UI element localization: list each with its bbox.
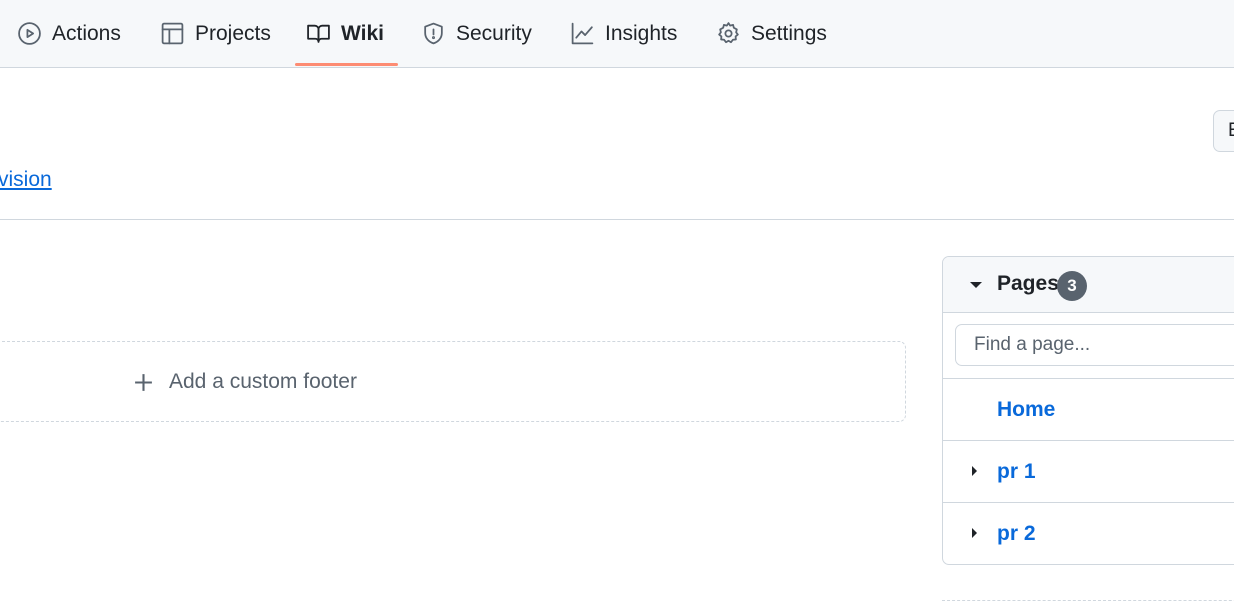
- caret-right-icon[interactable]: [972, 528, 977, 538]
- graph-icon: [571, 22, 594, 45]
- tab-label: Settings: [751, 21, 827, 45]
- tab-label: Actions: [52, 21, 121, 45]
- tab-settings[interactable]: Settings: [716, 0, 827, 67]
- caret-right-icon[interactable]: [972, 466, 977, 476]
- tab-label: Security: [456, 21, 532, 45]
- edit-button[interactable]: E: [1213, 110, 1234, 152]
- play-circle-icon: [18, 22, 41, 45]
- pages-sidebar: Pages 3 Home pr 1 pr 2: [942, 256, 1234, 565]
- caret-down-icon: [970, 282, 982, 288]
- plus-icon: [135, 373, 152, 391]
- tab-label: Projects: [195, 21, 271, 45]
- page-search-row: [943, 313, 1234, 379]
- tab-wiki[interactable]: Wiki: [306, 0, 384, 67]
- sidebar-footer-box: [942, 600, 1234, 610]
- repo-nav: Actions Projects Wiki Security Insights …: [0, 0, 1234, 68]
- tab-security[interactable]: Security: [421, 0, 532, 67]
- page-search-input[interactable]: [955, 324, 1234, 366]
- edit-button-label: E: [1228, 120, 1234, 142]
- gear-icon: [718, 22, 739, 44]
- tab-actions[interactable]: Actions: [17, 0, 121, 67]
- pages-count-badge: 3: [1057, 271, 1087, 301]
- page-link[interactable]: pr 1: [997, 460, 1036, 484]
- table-icon: [161, 22, 184, 45]
- add-custom-footer-button[interactable]: Add a custom footer: [133, 370, 357, 394]
- book-icon: [307, 24, 330, 43]
- tab-insights[interactable]: Insights: [570, 0, 677, 67]
- tab-label: Insights: [605, 21, 678, 45]
- page-link[interactable]: pr 2: [997, 522, 1036, 546]
- tab-label: Wiki: [341, 21, 384, 45]
- active-tab-indicator: [295, 63, 398, 66]
- tab-projects[interactable]: Projects: [160, 0, 271, 67]
- revision-link[interactable]: vision: [0, 168, 52, 192]
- shield-icon: [424, 22, 443, 45]
- page-item-pr-1: pr 1: [943, 441, 1234, 503]
- pages-header[interactable]: Pages 3: [943, 257, 1234, 313]
- header-divider: [0, 219, 1234, 220]
- page-link[interactable]: Home: [997, 398, 1055, 422]
- add-custom-footer-label: Add a custom footer: [169, 370, 357, 393]
- page-item-home: Home: [943, 379, 1234, 441]
- page-item-pr-2: pr 2: [943, 503, 1234, 564]
- pages-title: Pages: [997, 272, 1059, 295]
